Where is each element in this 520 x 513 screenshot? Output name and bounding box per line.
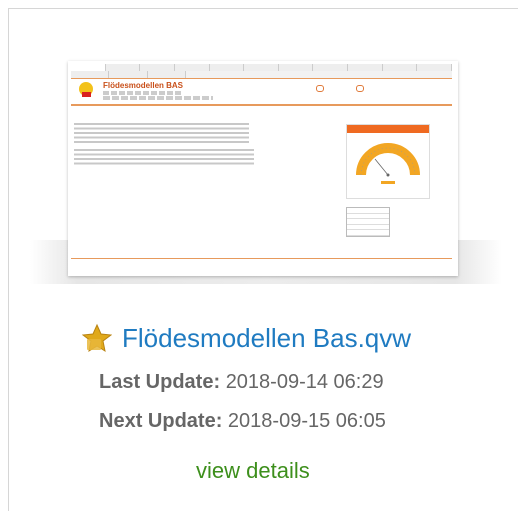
next-update-row: Next Update: 2018-09-15 06:05 bbox=[99, 410, 386, 433]
view-details-link[interactable]: view details bbox=[196, 458, 310, 484]
next-update-value: 2018-09-15 06:05 bbox=[227, 410, 386, 432]
thumbnail-tabbar bbox=[71, 64, 453, 79]
document-title-row: Flödesmodellen Bas.qvw bbox=[82, 320, 411, 356]
favorite-star-icon[interactable] bbox=[82, 323, 112, 353]
gauge-icon bbox=[356, 143, 420, 184]
thumbnail-title: Flödesmodellen BAS bbox=[103, 81, 184, 90]
thumbnail-button-2 bbox=[356, 85, 366, 92]
thumbnail-button-1 bbox=[316, 85, 326, 92]
thumbnail-table bbox=[346, 207, 390, 237]
thumbnail-footer bbox=[71, 258, 452, 263]
last-update-label: Last Update: bbox=[99, 371, 221, 393]
next-update-label: Next Update: bbox=[99, 410, 223, 432]
thumbnail-gauge-panel bbox=[346, 124, 430, 199]
last-update-value: 2018-09-14 06:29 bbox=[225, 371, 384, 393]
document-title-link[interactable]: Flödesmodellen Bas.qvw bbox=[122, 323, 411, 354]
thumbnail-header: Flödesmodellen BAS bbox=[71, 79, 452, 106]
company-logo-icon bbox=[79, 82, 93, 97]
document-thumbnail[interactable]: Flödesmodellen BAS bbox=[68, 61, 458, 276]
last-update-row: Last Update: 2018-09-14 06:29 bbox=[99, 371, 384, 394]
